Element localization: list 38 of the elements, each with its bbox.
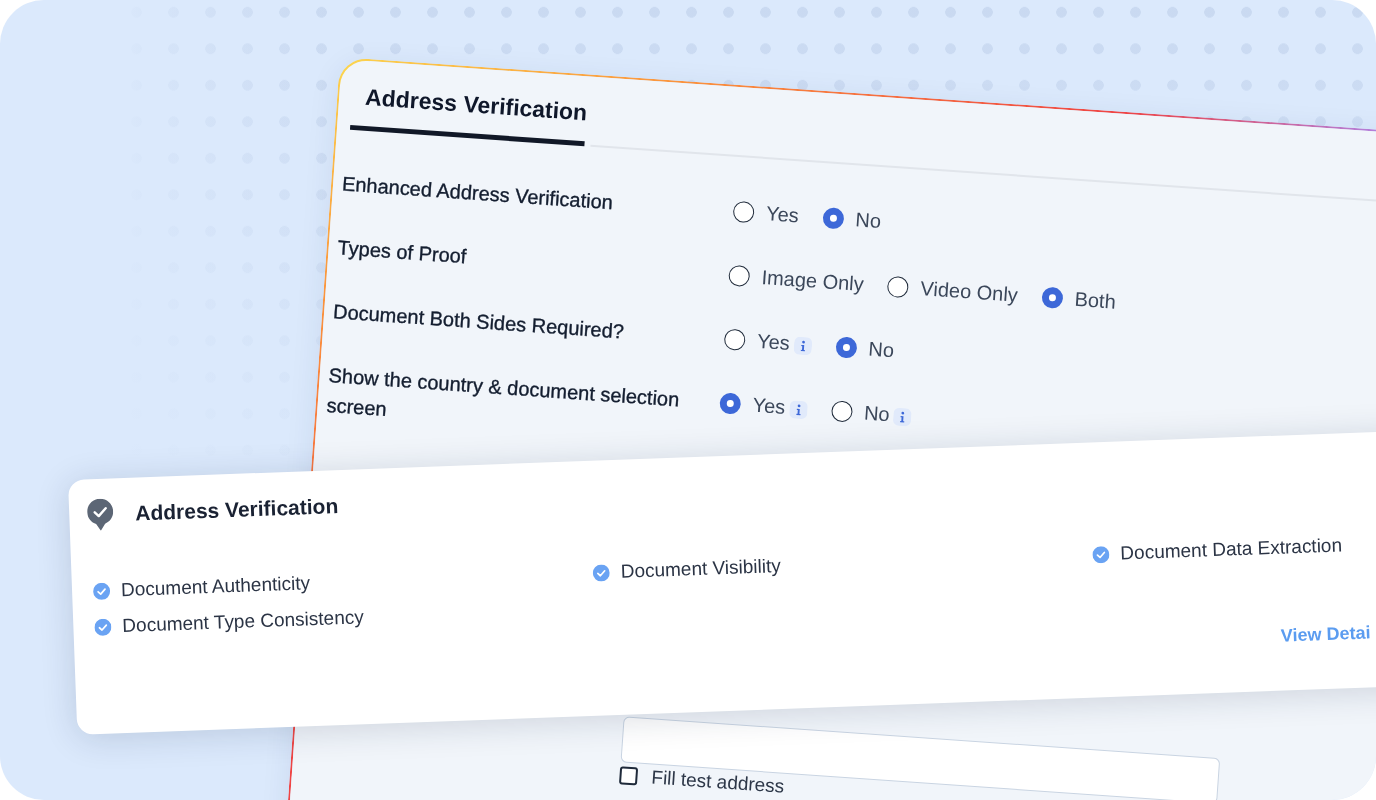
radio-button[interactable] xyxy=(723,328,746,351)
option-label: No xyxy=(867,336,896,364)
question-label: Document Both Sides Required? xyxy=(332,300,625,343)
question-label: Enhanced Address Verification xyxy=(341,172,614,214)
check-circle-icon xyxy=(592,563,611,582)
radio-button[interactable] xyxy=(719,391,742,415)
info-icon[interactable] xyxy=(793,336,813,356)
radio-button[interactable] xyxy=(732,200,755,223)
tab[interactable]: Address Verification xyxy=(349,81,589,147)
option-label: Video Only xyxy=(919,276,1019,308)
option-label: Yes xyxy=(765,201,800,229)
check-circle-icon xyxy=(92,582,111,600)
checkbox-label: Fill test address xyxy=(650,767,785,797)
option-label: No xyxy=(863,400,891,428)
check-item-label: Document Visibility xyxy=(620,553,782,584)
question-label: Types of Proof xyxy=(336,236,468,268)
check-circle-icon xyxy=(94,618,112,636)
check-item-label: Document Type Consistency xyxy=(121,605,365,639)
radio-button[interactable] xyxy=(834,335,858,359)
radio-button[interactable] xyxy=(1041,286,1064,309)
option-label: Yes xyxy=(751,392,787,420)
option-label: Yes xyxy=(756,328,791,357)
option-label: Image Only xyxy=(760,265,865,298)
option-label: Both xyxy=(1073,286,1117,315)
location-pin-check-icon xyxy=(86,498,114,532)
info-icon[interactable] xyxy=(892,407,913,427)
option-label: No xyxy=(854,207,883,235)
check-circle-icon xyxy=(1092,545,1110,563)
info-icon[interactable] xyxy=(788,400,808,420)
check-item-label: Document Data Extraction xyxy=(1119,533,1343,566)
radio-button[interactable] xyxy=(728,264,751,287)
question-label: Show the country & document selection screen xyxy=(325,364,680,421)
radio-button[interactable] xyxy=(830,399,853,423)
radio-button[interactable] xyxy=(821,206,845,229)
radio-button[interactable] xyxy=(886,275,910,298)
card-title: Address Verification xyxy=(134,494,339,526)
check-item-label: Document Authenticity xyxy=(120,571,311,603)
checkbox[interactable] xyxy=(618,766,639,786)
